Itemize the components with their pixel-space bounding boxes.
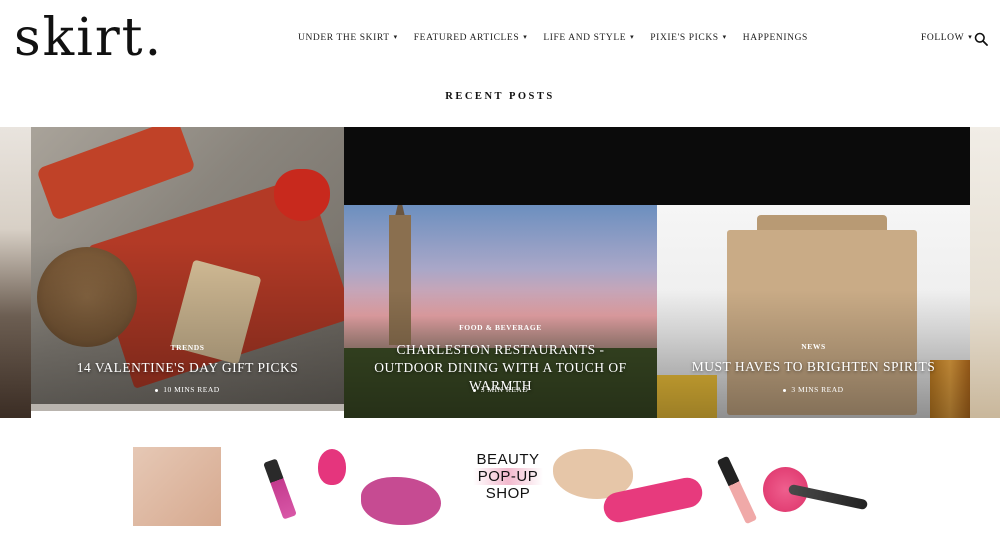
post-read-time: 3 MINS READ [657,385,970,394]
follow-label: FOLLOW [921,33,965,43]
chevron-down-icon: ▾ [630,33,635,41]
post-card-must-haves[interactable]: NEWS MUST HAVES TO BRIGHTEN SPIRITS 3 MI… [657,205,970,418]
slider-dark-band [344,127,970,205]
nav-item-label: UNDER THE SKIRT [298,33,390,43]
ad-line-3: SHOP [485,485,531,502]
site-header: skirt. UNDER THE SKIRT ▾ FEATURED ARTICL… [0,0,1000,80]
ad-banner-beauty-popup[interactable]: BEAUTY POP-UP SHOP [133,447,869,526]
lip-gloss-image [263,458,297,520]
read-time-label: 3 MIN READ [480,385,529,394]
recent-posts-slider: TRENDS 14 VALENTINE'S DAY GIFT PICKS 10 … [0,127,1000,418]
post-category[interactable]: TRENDS [31,343,344,352]
post-card-valentines[interactable]: TRENDS 14 VALENTINE'S DAY GIFT PICKS 10 … [31,127,344,411]
nav-item-pixies-picks[interactable]: PIXIE'S PICKS ▾ [650,33,727,43]
site-logo[interactable]: skirt. [14,8,163,68]
card-overlay [657,290,970,418]
nav-item-label: FEATURED ARTICLES [413,33,520,43]
post-title[interactable]: MUST HAVES TO BRIGHTEN SPIRITS [677,358,950,376]
nav-item-life-and-style[interactable]: LIFE AND STYLE ▾ [543,33,634,43]
makeup-sponge-image [318,449,346,485]
read-time-label: 10 MINS READ [163,385,220,394]
lip-pencil-image [716,455,758,525]
nav-item-under-the-skirt[interactable]: UNDER THE SKIRT ▾ [298,33,398,43]
chevron-down-icon: ▾ [393,33,398,41]
read-time-label: 3 MINS READ [791,385,844,394]
post-category[interactable]: NEWS [657,342,970,351]
nav-item-label: LIFE AND STYLE [543,33,627,43]
next-slide-peek[interactable] [970,127,1000,418]
prev-slide-peek[interactable] [0,127,31,418]
card-bottom-strip [31,404,344,411]
nav-item-label: HAPPENINGS [742,33,808,43]
ad-line-2: POP-UP [473,468,543,485]
nav-item-label: PIXIE'S PICKS [650,33,719,43]
post-category[interactable]: FOOD & BEVERAGE [344,323,657,332]
post-read-time: 3 MIN READ [344,385,657,394]
heart-image [274,169,330,221]
follow-menu[interactable]: FOLLOW ▾ [921,33,972,43]
wrapping-paper-image [36,127,196,221]
nav-item-featured-articles[interactable]: FEATURED ARTICLES ▾ [414,33,528,43]
nav-item-happenings[interactable]: HAPPENINGS [743,33,808,43]
post-title[interactable]: 14 VALENTINE'S DAY GIFT PICKS [51,359,324,377]
post-card-charleston[interactable]: FOOD & BEVERAGE CHARLESTON RESTAURANTS -… [344,205,657,418]
chevron-down-icon: ▾ [968,33,973,41]
eyeshadow-powder-image [361,477,441,525]
chevron-down-icon: ▾ [523,33,528,41]
post-read-time: 10 MINS READ [31,385,344,394]
main-nav: UNDER THE SKIRT ▾ FEATURED ARTICLES ▾ LI… [298,33,824,43]
model-face-image [133,447,221,526]
ad-line-1: BEAUTY [476,451,540,468]
search-icon[interactable] [974,32,988,46]
section-title: RECENT POSTS [445,91,555,102]
chevron-down-icon: ▾ [722,33,727,41]
ad-headline: BEAUTY POP-UP SHOP [473,451,543,502]
